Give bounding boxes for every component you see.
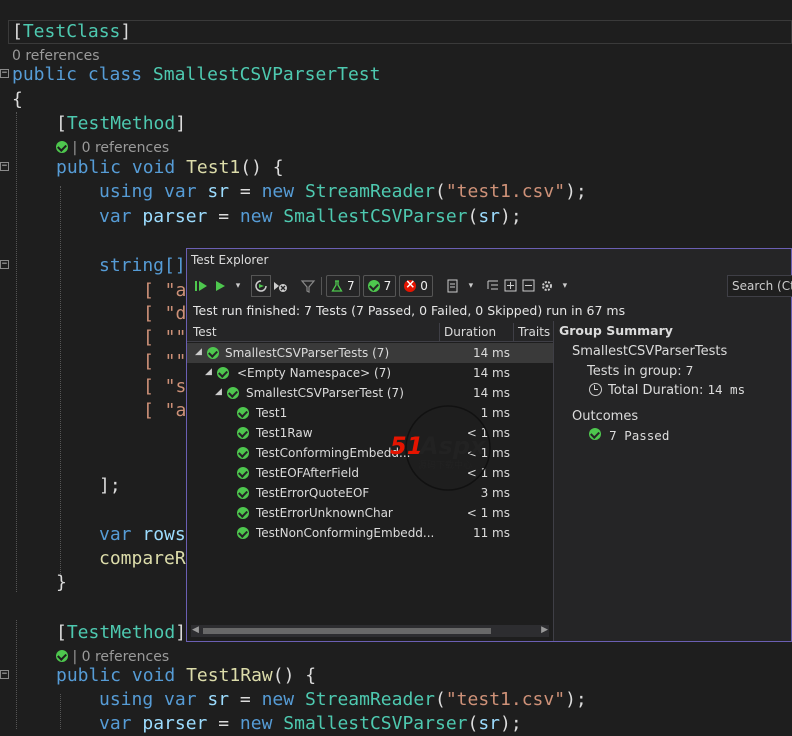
passed-icon xyxy=(207,347,219,359)
search-input[interactable]: Search (Ct xyxy=(727,275,792,297)
chevron-down-icon[interactable]: ▾ xyxy=(556,276,574,296)
indent-guide xyxy=(60,186,61,576)
summary-passed: 7 Passed xyxy=(589,428,669,444)
chevron-down-icon[interactable]: ▾ xyxy=(229,276,247,296)
codelens-references[interactable]: | 0 references xyxy=(56,139,169,157)
code-line-class-decl: public class SmallestCSVParserTest xyxy=(12,64,381,85)
code-line-using: using var sr = new StreamReader("test1.c… xyxy=(99,181,587,202)
total-tests-chip[interactable]: 7 xyxy=(326,275,360,297)
indent-guide xyxy=(60,694,61,729)
tree-row-test[interactable]: TestNonConformingEmbedd... 11 ms xyxy=(187,523,553,543)
passed-count: 7 xyxy=(383,279,392,293)
expand-arrow-icon[interactable]: ◢ xyxy=(195,347,202,357)
chevron-down-icon[interactable]: ▾ xyxy=(462,276,480,296)
collapse-icon[interactable]: − xyxy=(0,670,9,679)
failed-count: 0 xyxy=(420,279,428,293)
tree-row-group[interactable]: ◢ SmallestCSVParserTests (7) 14 ms xyxy=(187,343,553,363)
passed-icon xyxy=(589,428,601,440)
expand-all-icon[interactable] xyxy=(502,276,520,296)
failed-tests-chip[interactable]: 0 xyxy=(399,275,433,297)
code-line-compare: compareR xyxy=(99,548,186,569)
toolbar: ▾ 7 7 0 ▾ xyxy=(193,275,574,297)
pane-splitter[interactable] xyxy=(553,321,554,641)
scroll-right-icon[interactable]: ▶ xyxy=(541,625,548,635)
passed-tests-chip[interactable]: 7 xyxy=(362,275,397,297)
gear-icon[interactable] xyxy=(538,276,556,296)
code-line-array-row: [ "" xyxy=(143,327,187,348)
collapse-icon[interactable]: − xyxy=(0,260,9,269)
code-line-parser: var parser = new SmallestCSVParser(sr); xyxy=(99,206,522,227)
svg-text:51: 51 xyxy=(390,432,423,460)
summary-heading: Group Summary xyxy=(559,323,673,338)
code-line-array-row: [ "a xyxy=(143,280,187,301)
column-headers: Test Duration Traits xyxy=(187,323,553,342)
tree-row-namespace[interactable]: ◢ <Empty Namespace> (7) 14 ms xyxy=(187,363,553,383)
collapse-all-icon[interactable] xyxy=(520,276,538,296)
indent-guide xyxy=(16,620,17,729)
code-line-attribute: [TestMethod] xyxy=(56,622,187,643)
collapse-icon[interactable]: − xyxy=(0,162,9,171)
playlist-icon[interactable] xyxy=(444,276,462,296)
summary-tests-in-group: Tests in group: 7 xyxy=(587,363,694,379)
column-test[interactable]: Test xyxy=(193,325,217,339)
window-title: Test Explorer xyxy=(191,253,269,267)
column-traits[interactable]: Traits xyxy=(518,325,550,339)
code-line-parser: var parser = new SmallestCSVParser(sr); xyxy=(99,713,522,734)
code-line-rows: var rows xyxy=(99,524,186,545)
passed-icon xyxy=(217,367,229,379)
code-line-array-row: [ "" xyxy=(143,351,187,372)
column-duration[interactable]: Duration xyxy=(444,325,496,339)
code-line-string-array: string[] xyxy=(99,255,186,276)
code-line-brace: { xyxy=(12,89,23,110)
passed-icon xyxy=(237,527,249,539)
code-line-brace: } xyxy=(56,572,67,593)
tree-row-class[interactable]: ◢ SmallestCSVParserTest (7) 14 ms xyxy=(187,383,553,403)
tree-row-test[interactable]: TestErrorUnknownChar < 1 ms xyxy=(187,503,553,523)
failed-icon xyxy=(404,277,417,292)
code-line-array-row: [ "d xyxy=(143,303,187,324)
horizontal-scrollbar[interactable]: ◀ ▶ xyxy=(191,625,549,637)
code-line-attribute: [TestMethod] xyxy=(56,113,187,134)
code-line-array-close: ]; xyxy=(99,475,121,496)
run-all-icon[interactable] xyxy=(193,276,211,296)
rerun-icon[interactable] xyxy=(251,275,271,297)
indent-guide xyxy=(16,112,17,592)
cancel-icon[interactable] xyxy=(271,276,289,296)
test-passed-icon[interactable] xyxy=(56,141,68,153)
scrollbar-thumb[interactable] xyxy=(203,628,491,634)
clock-icon xyxy=(589,383,602,396)
passed-icon xyxy=(237,507,249,519)
passed-icon xyxy=(237,427,249,439)
test-passed-icon[interactable] xyxy=(56,650,68,662)
watermark-logo: 51 Aspx 源码下载中心 xyxy=(390,404,510,494)
filter-icon[interactable] xyxy=(299,276,317,296)
total-count: 7 xyxy=(347,279,355,293)
group-by-icon[interactable] xyxy=(484,276,502,296)
code-line-array-row: [ "a xyxy=(143,400,187,421)
group-summary-pane: Group Summary SmallestCSVParserTests Tes… xyxy=(559,321,791,639)
expand-arrow-icon[interactable]: ◢ xyxy=(215,387,222,397)
code-line-method-decl: public void Test1() { xyxy=(56,157,284,178)
summary-total-duration: Total Duration: 14 ms xyxy=(589,382,745,398)
passed-icon xyxy=(237,487,249,499)
run-icon[interactable] xyxy=(211,276,229,296)
code-line-attribute: [TestClass] xyxy=(12,21,132,42)
scroll-left-icon[interactable]: ◀ xyxy=(192,625,199,635)
passed-icon xyxy=(237,467,249,479)
run-status: Test run finished: 7 Tests (7 Passed, 0 … xyxy=(193,303,626,318)
svg-text:Aspx: Aspx xyxy=(418,432,487,460)
summary-group-name: SmallestCSVParserTests xyxy=(572,344,728,359)
passed-icon xyxy=(237,407,249,419)
passed-icon xyxy=(237,447,249,459)
summary-outcomes-heading: Outcomes xyxy=(572,409,639,424)
collapse-icon[interactable]: − xyxy=(0,69,9,78)
expand-arrow-icon[interactable]: ◢ xyxy=(205,367,212,377)
code-line-array-row: [ "s xyxy=(143,376,187,397)
passed-icon xyxy=(367,280,380,292)
passed-icon xyxy=(227,387,239,399)
flask-icon xyxy=(331,280,343,292)
svg-text:源码下载中心: 源码下载中心 xyxy=(418,459,472,471)
code-line-using: using var sr = new StreamReader("test1.c… xyxy=(99,689,587,710)
code-line-method-decl: public void Test1Raw() { xyxy=(56,665,317,686)
